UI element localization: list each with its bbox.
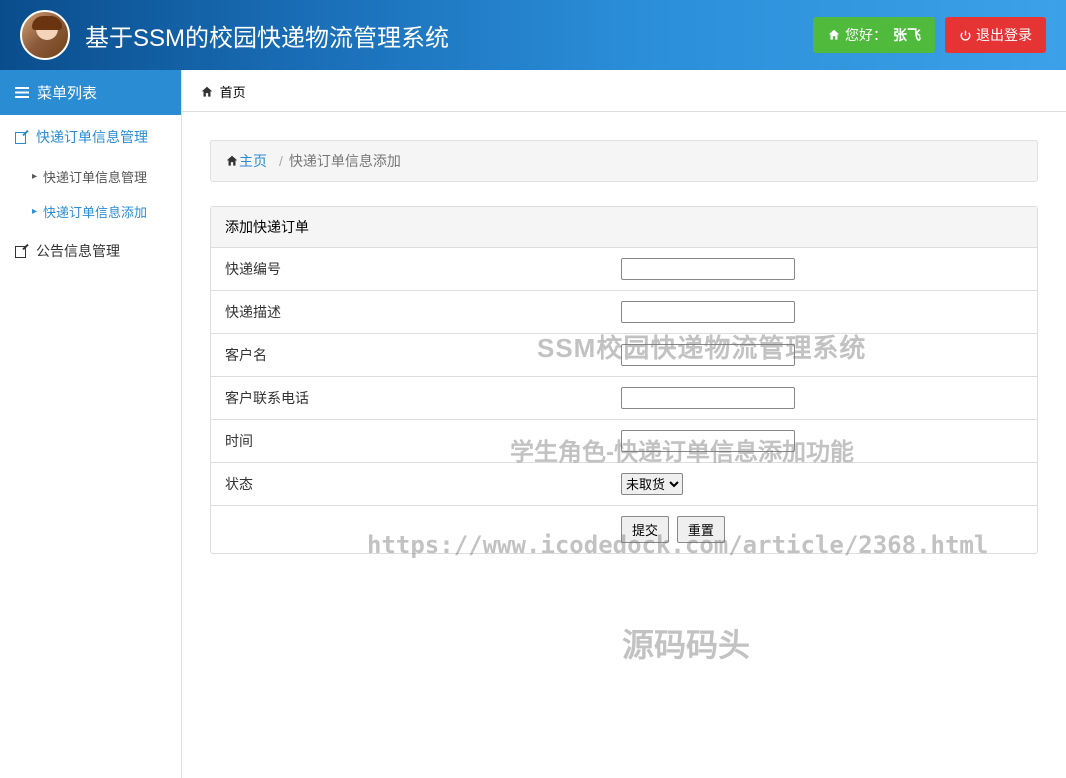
sidebar-subitem-express-manage[interactable]: ▸ 快递订单信息管理 [0, 159, 181, 194]
sidebar-subitem-label: 快递订单信息添加 [43, 202, 147, 221]
tab-bar: 首页 [182, 70, 1066, 112]
form-row-time: 时间 [211, 420, 1037, 463]
sidebar-subitem-express-add[interactable]: ▸ 快递订单信息添加 [0, 194, 181, 229]
input-customer-phone[interactable] [621, 387, 795, 409]
form-row-customer-name: 客户名 [211, 334, 1037, 377]
greeting-prefix: 您好： [845, 25, 887, 45]
input-express-no[interactable] [621, 258, 795, 280]
caret-right-icon: ▸ [32, 171, 37, 182]
app-title: 基于SSM的校园快递物流管理系统 [85, 18, 803, 53]
input-time[interactable] [621, 430, 795, 452]
logout-label: 退出登录 [976, 25, 1032, 45]
edit-icon [15, 131, 28, 144]
home-icon [200, 85, 218, 100]
sidebar-item-label: 公告信息管理 [36, 241, 120, 261]
home-icon [827, 27, 841, 43]
home-icon [225, 153, 239, 169]
reset-button[interactable]: 重置 [677, 516, 725, 543]
avatar [20, 10, 70, 60]
breadcrumb: 主页 / 快递订单信息添加 [210, 140, 1038, 182]
sidebar-item-label: 快递订单信息管理 [36, 127, 148, 147]
sidebar-item-express-order[interactable]: 快递订单信息管理 [0, 115, 181, 159]
menu-title: 菜单列表 [37, 82, 97, 103]
menu-header: 菜单列表 [0, 70, 181, 115]
label-customer-name: 客户名 [211, 334, 621, 376]
app-header: 基于SSM的校园快递物流管理系统 您好： 张飞 退出登录 [0, 0, 1066, 70]
breadcrumb-home-link[interactable]: 主页 [239, 151, 267, 171]
breadcrumb-separator: / [279, 153, 283, 169]
logout-button[interactable]: 退出登录 [945, 17, 1046, 53]
tab-home[interactable]: 首页 [220, 85, 246, 100]
power-icon [959, 27, 972, 43]
edit-icon [15, 245, 28, 258]
label-description: 快递描述 [211, 291, 621, 333]
input-customer-name[interactable] [621, 344, 795, 366]
label-time: 时间 [211, 420, 621, 462]
label-express-no: 快递编号 [211, 248, 621, 290]
form-panel: 添加快递订单 快递编号 快递描述 客户名 客户联系电话 [210, 206, 1038, 554]
form-actions: 提交 重置 [211, 506, 1037, 553]
greeting-button[interactable]: 您好： 张飞 [813, 17, 935, 53]
breadcrumb-current: 快递订单信息添加 [289, 151, 401, 171]
input-description[interactable] [621, 301, 795, 323]
form-row-description: 快递描述 [211, 291, 1037, 334]
submit-button[interactable]: 提交 [621, 516, 669, 543]
label-customer-phone: 客户联系电话 [211, 377, 621, 419]
watermark-brand: 源码码头 [622, 620, 750, 666]
sidebar: 菜单列表 快递订单信息管理 ▸ 快递订单信息管理 ▸ 快递订单信息添加 公告信息… [0, 70, 182, 778]
list-icon [15, 87, 29, 98]
form-row-express-no: 快递编号 [211, 248, 1037, 291]
panel-title: 添加快递订单 [211, 207, 1037, 248]
username: 张飞 [893, 25, 921, 45]
select-status[interactable]: 未取货 [621, 473, 683, 495]
sidebar-subitem-label: 快递订单信息管理 [43, 167, 147, 186]
form-row-status: 状态 未取货 [211, 463, 1037, 506]
sidebar-item-announcement[interactable]: 公告信息管理 [0, 229, 181, 273]
main-content: 首页 主页 / 快递订单信息添加 添加快递订单 快递编号 快递描述 [182, 70, 1066, 778]
label-status: 状态 [211, 463, 621, 505]
caret-right-icon: ▸ [32, 206, 37, 217]
form-row-customer-phone: 客户联系电话 [211, 377, 1037, 420]
